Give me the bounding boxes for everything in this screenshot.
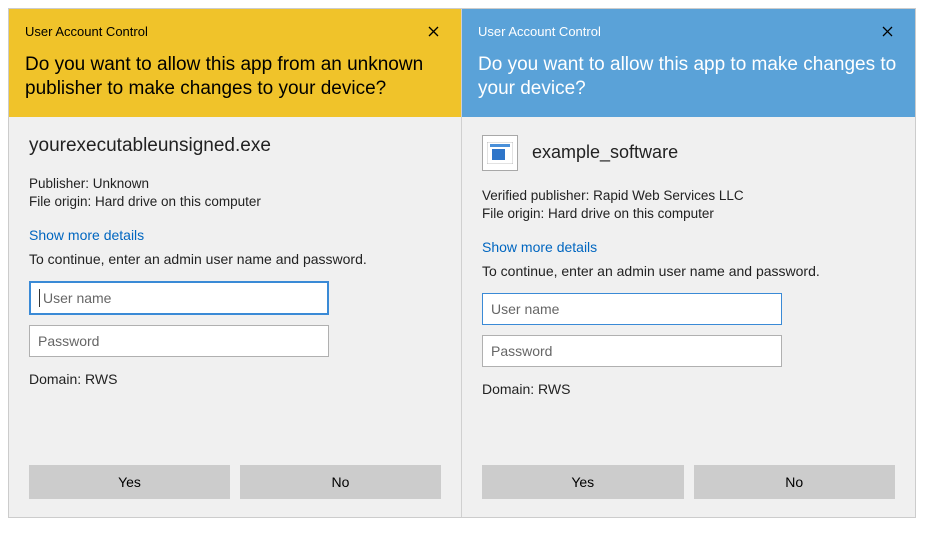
password-placeholder: Password [38,333,99,349]
no-button[interactable]: No [694,465,896,499]
publisher-label: Verified publisher: Rapid Web Services L… [482,187,895,205]
publisher-label: Publisher: Unknown [29,175,441,193]
dialog-title: User Account Control [478,24,601,39]
yes-button[interactable]: Yes [482,465,684,499]
domain-label: Domain: RWS [29,371,441,387]
uac-dialog-unsigned: User Account Control Do you want to allo… [9,9,462,517]
username-placeholder: User name [43,290,111,306]
no-button[interactable]: No [240,465,441,499]
origin-label: File origin: Hard drive on this computer [29,193,441,211]
dialog-headline: Do you want to allow this app from an un… [25,53,445,101]
app-meta: Verified publisher: Rapid Web Services L… [482,187,895,223]
text-cursor-icon [39,289,40,307]
origin-label: File origin: Hard drive on this computer [482,205,895,223]
dialog-header: User Account Control Do you want to allo… [9,9,461,117]
uac-dialog-verified: User Account Control Do you want to allo… [462,9,915,517]
app-name: yourexecutableunsigned.exe [29,135,441,157]
close-icon[interactable] [875,19,899,43]
password-placeholder: Password [491,343,552,359]
show-more-link[interactable]: Show more details [29,227,441,243]
dialog-headline: Do you want to allow this app to make ch… [478,53,899,101]
app-icon [482,135,518,171]
dialog-title: User Account Control [25,24,148,39]
dialog-header: User Account Control Do you want to allo… [462,9,915,117]
username-placeholder: User name [491,301,559,317]
username-field[interactable]: User name [482,293,782,325]
password-field[interactable]: Password [482,335,782,367]
show-more-link[interactable]: Show more details [482,239,895,255]
app-meta: Publisher: Unknown File origin: Hard dri… [29,175,441,211]
yes-button[interactable]: Yes [29,465,230,499]
password-field[interactable]: Password [29,325,329,357]
username-field[interactable]: User name [29,281,329,315]
credential-instruction: To continue, enter an admin user name an… [482,263,895,279]
app-name: example_software [532,142,678,163]
credential-instruction: To continue, enter an admin user name an… [29,251,441,267]
domain-label: Domain: RWS [482,381,895,397]
close-icon[interactable] [421,19,445,43]
